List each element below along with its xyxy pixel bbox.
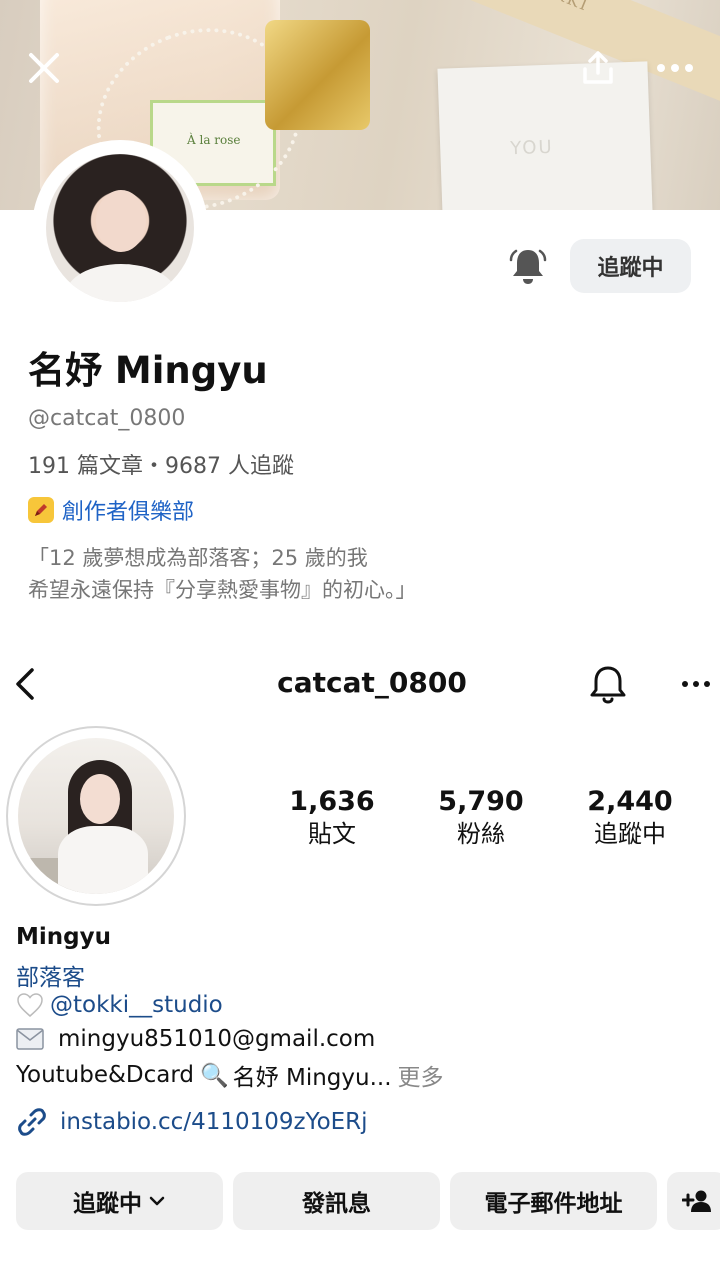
posts-count[interactable]: 1,636 貼文: [262, 786, 402, 850]
stat-value: 2,440: [587, 786, 673, 817]
cover-gold-cap: [265, 20, 370, 130]
bio-mention-line: @tokki__studio: [16, 992, 223, 1018]
add-user-button[interactable]: [667, 1172, 720, 1230]
avatar[interactable]: [6, 726, 186, 906]
avatar-face: [96, 190, 146, 252]
following-dropdown-button[interactable]: 追蹤中: [16, 1172, 223, 1230]
following-count[interactable]: 2,440 追蹤中: [560, 786, 700, 850]
profile-handle: @catcat_0800: [28, 406, 186, 431]
more-horizontal-icon[interactable]: [650, 46, 700, 90]
profile-link[interactable]: instabio.cc/4110109zYoERj: [16, 1106, 368, 1138]
search-icon: 🔍: [200, 1062, 229, 1089]
bio-email-line: mingyu851010@gmail.com: [16, 1026, 375, 1052]
cover-ribbon-text: TOKKI: [525, 0, 591, 15]
creator-club-link[interactable]: 創作者俱樂部: [28, 494, 194, 526]
avatar-photo: [18, 738, 174, 894]
avatar-face: [80, 774, 120, 824]
avatar-photo: [46, 154, 194, 302]
stat-value: 5,790: [438, 786, 524, 817]
link-icon: [18, 1108, 46, 1136]
mention-link[interactable]: @tokki__studio: [50, 992, 223, 1018]
creator-club-label: 創作者俱樂部: [62, 500, 195, 525]
email-button[interactable]: 電子郵件地址: [450, 1172, 657, 1230]
pen-icon: [28, 497, 54, 523]
profile-name: 名妤 Mingyu: [28, 349, 268, 392]
notification-bell-icon[interactable]: [586, 662, 630, 706]
avatar-shirt: [58, 826, 148, 894]
avatar[interactable]: [32, 140, 208, 316]
bio-line: 希望永遠保持『分享熱愛事物』的初心。」: [28, 578, 417, 602]
more-link[interactable]: 更多: [398, 1058, 444, 1092]
share-icon[interactable]: [576, 46, 620, 90]
envelope-icon: [16, 1028, 44, 1050]
profile-name: Mingyu: [16, 924, 111, 950]
cover-card-text: YOU: [509, 136, 554, 160]
cover-card: YOU: [437, 61, 653, 210]
more-horizontal-icon[interactable]: [676, 664, 716, 704]
bio-email: mingyu851010@gmail.com: [58, 1026, 376, 1052]
profile-link-text: instabio.cc/4110109zYoERj: [60, 1109, 368, 1135]
profile-stats: 191 篇文章・9687 人追蹤: [28, 454, 294, 479]
profile-bio: 「12 歲夢想成為部落客；25 歲的我 希望永遠保持『分享熱愛事物』的初心。」: [28, 542, 417, 606]
close-icon[interactable]: [24, 48, 64, 88]
stat-value: 1,636: [289, 786, 375, 817]
stat-label: 貼文: [308, 820, 356, 848]
stat-label: 粉絲: [457, 820, 505, 848]
bio-channels: Youtube&Dcard: [16, 1062, 195, 1088]
bio-channel-name: 名妤 Mingyu...: [232, 1065, 392, 1091]
profile-category: 部落客: [16, 965, 85, 991]
following-button[interactable]: 追蹤中: [570, 239, 691, 293]
bell-icon[interactable]: [508, 246, 548, 286]
white-heart-icon: [17, 993, 43, 1017]
message-button[interactable]: 發訊息: [233, 1172, 440, 1230]
followers-count[interactable]: 5,790 粉絲: [411, 786, 551, 850]
bio-channels-line: Youtube&Dcard 🔍 名妤 Mingyu... 更多: [16, 1058, 444, 1092]
bio-line: 「12 歲夢想成為部落客；25 歲的我: [28, 546, 368, 570]
chevron-down-icon: [149, 1196, 165, 1206]
creator-profile-panel: TOKKI À la rose YOU 追蹤中 名妤 Mingyu @catca…: [0, 0, 720, 640]
instagram-profile-panel: catcat_0800 1,636 貼文 5,790 粉絲 2,440 追蹤中 …: [0, 640, 720, 1280]
following-button-label: 追蹤中: [73, 1191, 142, 1217]
add-person-icon: [682, 1190, 711, 1212]
stat-label: 追蹤中: [594, 820, 666, 848]
avatar-shirt: [66, 264, 176, 302]
